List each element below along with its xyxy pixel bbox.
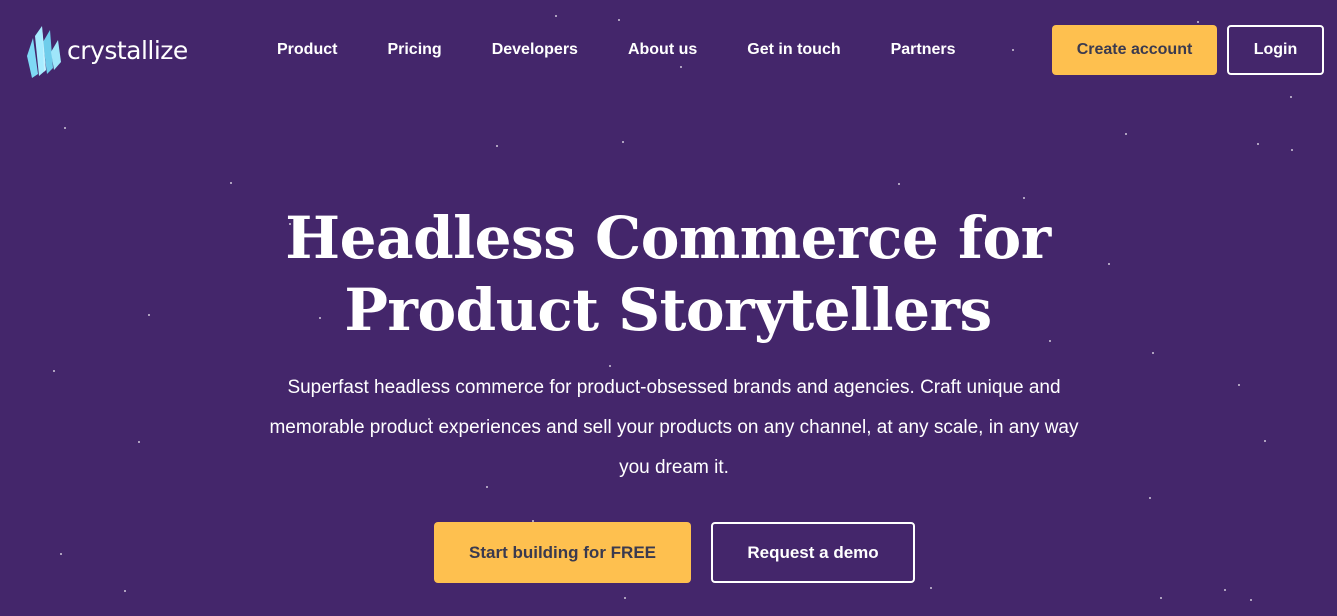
star-dot <box>898 183 900 185</box>
nav-item-product[interactable]: Product <box>277 41 337 59</box>
star-dot <box>1125 133 1127 135</box>
star-dot <box>1149 497 1151 499</box>
star-dot <box>138 441 140 443</box>
star-dot <box>1290 96 1292 98</box>
hero-title-line-2: Product Storytellers <box>344 276 992 344</box>
star-dot <box>1160 597 1162 599</box>
star-dot <box>1197 21 1199 23</box>
main-nav: Product Pricing Developers About us Get … <box>277 38 956 62</box>
star-dot <box>1264 440 1266 442</box>
star-dot <box>496 145 498 147</box>
crystal-logo-icon <box>27 26 61 78</box>
nav-item-get-in-touch[interactable]: Get in touch <box>747 41 840 59</box>
star-dot <box>53 370 55 372</box>
star-dot <box>64 127 66 129</box>
star-dot <box>1012 49 1014 51</box>
nav-item-partners[interactable]: Partners <box>891 41 956 59</box>
login-button[interactable]: Login <box>1227 25 1324 75</box>
star-dot <box>622 141 624 143</box>
star-dot <box>609 365 611 367</box>
star-dot <box>1291 149 1293 151</box>
star-dot <box>1023 197 1025 199</box>
star-dot <box>618 19 620 21</box>
hero-subtitle: Superfast headless commerce for product-… <box>269 377 1079 478</box>
request-demo-button[interactable]: Request a demo <box>711 522 915 583</box>
star-dot <box>680 66 682 68</box>
star-dot <box>930 587 932 589</box>
start-building-button[interactable]: Start building for FREE <box>434 522 691 583</box>
star-dot <box>555 15 557 17</box>
nav-item-developers[interactable]: Developers <box>492 41 578 59</box>
nav-item-pricing[interactable]: Pricing <box>387 41 441 59</box>
hero-title: Headless Commerce for Product Storytelle… <box>168 202 1168 346</box>
star-dot <box>1224 589 1226 591</box>
hero-title-line-1: Headless Commerce for <box>285 204 1051 272</box>
star-dot <box>148 314 150 316</box>
star-dot <box>1238 384 1240 386</box>
star-dot <box>1152 352 1154 354</box>
nav-item-about-us[interactable]: About us <box>628 41 697 59</box>
star-dot <box>124 590 126 592</box>
star-dot <box>1250 599 1252 601</box>
star-dot <box>1257 143 1259 145</box>
create-account-button[interactable]: Create account <box>1052 25 1217 75</box>
star-dot <box>624 597 626 599</box>
star-dot <box>60 553 62 555</box>
star-dot <box>230 182 232 184</box>
brand-name: crystallize <box>67 35 188 65</box>
brand-logo-link[interactable]: crystallize <box>25 21 188 81</box>
